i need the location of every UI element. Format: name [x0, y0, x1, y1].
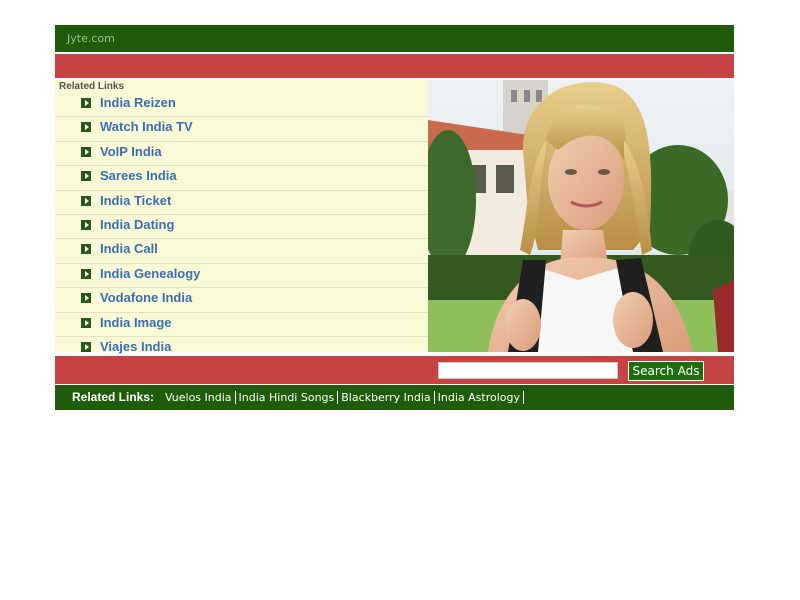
footer-links-list: Vuelos India India Hindi Songs Blackberry … — [162, 385, 524, 410]
list-item[interactable]: Sarees India — [55, 166, 428, 191]
related-link[interactable]: Sarees India — [100, 168, 177, 183]
related-link[interactable]: Watch India TV — [100, 119, 193, 134]
arrow-bullet-icon — [81, 268, 91, 279]
related-link[interactable]: India Image — [100, 315, 172, 330]
related-link[interactable]: India Dating — [100, 217, 174, 232]
related-link[interactable]: India Reizen — [100, 95, 176, 110]
search-bar: Search Ads — [55, 356, 734, 384]
related-link[interactable]: India Call — [100, 241, 158, 256]
search-input[interactable] — [438, 362, 618, 379]
footer-related-links-label: Related Links: — [72, 390, 155, 404]
footer-link[interactable]: Vuelos India — [162, 391, 236, 404]
arrow-bullet-icon — [81, 293, 91, 304]
content-area: Related Links India Reizen Watch India T… — [55, 80, 734, 354]
related-link[interactable]: Viajes India — [100, 339, 171, 354]
search-ads-button[interactable]: Search Ads — [628, 361, 704, 381]
related-link[interactable]: India Ticket — [100, 193, 171, 208]
footer-link[interactable]: India Astrology — [434, 391, 524, 404]
list-item[interactable]: India Image — [55, 313, 428, 337]
list-item[interactable]: VoIP India — [55, 142, 428, 167]
related-links-panel: Related Links India Reizen Watch India T… — [55, 80, 428, 354]
list-item[interactable]: Watch India TV — [55, 117, 428, 142]
list-item[interactable]: India Ticket — [55, 191, 428, 215]
list-item[interactable]: Vodafone India — [55, 288, 428, 313]
related-link[interactable]: VoIP India — [100, 144, 162, 159]
related-link[interactable]: Vodafone India — [100, 290, 192, 305]
list-item[interactable]: India Reizen — [55, 93, 428, 118]
site-header: Jyte.com — [55, 25, 734, 52]
related-link[interactable]: India Genealogy — [100, 266, 200, 281]
list-item[interactable]: India Genealogy — [55, 264, 428, 289]
page-container: Jyte.com Related Links India Reizen Watc… — [55, 25, 734, 410]
site-name[interactable]: Jyte.com — [67, 32, 115, 45]
arrow-bullet-icon — [81, 122, 91, 133]
related-links-heading: Related Links — [59, 81, 125, 92]
arrow-bullet-icon — [81, 146, 91, 157]
arrow-bullet-icon — [81, 98, 91, 108]
footer-related-links: Related Links: Vuelos India India Hindi S… — [55, 385, 734, 410]
list-item[interactable]: India Dating — [55, 215, 428, 240]
arrow-bullet-icon — [81, 219, 91, 230]
arrow-bullet-icon — [81, 317, 91, 328]
arrow-bullet-icon — [81, 341, 91, 352]
list-item[interactable]: India Call — [55, 239, 428, 264]
arrow-bullet-icon — [81, 171, 91, 182]
student-photo-image — [428, 80, 734, 352]
footer-link[interactable]: Blackberry India — [338, 391, 435, 404]
red-banner — [55, 54, 734, 78]
arrow-bullet-icon — [81, 244, 91, 255]
footer-link[interactable]: India Hindi Songs — [235, 391, 339, 404]
hero-photo — [428, 80, 734, 352]
arrow-bullet-icon — [81, 195, 91, 206]
